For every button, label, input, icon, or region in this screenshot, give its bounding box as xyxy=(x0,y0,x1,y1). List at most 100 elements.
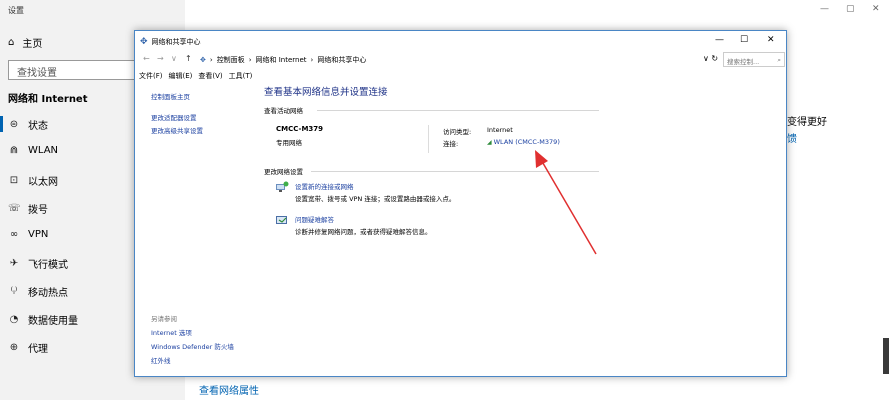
breadcrumb-separator: › xyxy=(248,55,252,64)
nav-item-dialup[interactable]: ☏ 拨号 xyxy=(8,201,48,216)
defender-firewall-link[interactable]: Windows Defender 防火墙 xyxy=(151,340,234,354)
connection-value[interactable]: WLAN (CMCC-M379) xyxy=(494,138,560,146)
refresh-icon[interactable]: ∨ ↻ xyxy=(703,54,718,63)
nav-item-proxy[interactable]: ⊕ 代理 xyxy=(8,340,48,355)
settings-title: 设置 xyxy=(8,6,24,15)
minimize-button[interactable]: — xyxy=(715,35,724,45)
task-description: 诊断并修复网络问题，或者获得疑难解答信息。 xyxy=(295,228,432,236)
menu-tools[interactable]: 工具(T) xyxy=(229,71,253,81)
nav-item-label: 拨号 xyxy=(28,205,48,216)
home-icon: ⌂ xyxy=(8,37,15,48)
partial-text: 变得更好 xyxy=(787,117,827,128)
breadcrumb-control-panel[interactable]: 控制面板 xyxy=(217,55,245,65)
nav-item-wlan[interactable]: ⋒ WLAN xyxy=(8,145,58,156)
feedback-link[interactable]: 馈 xyxy=(787,130,797,145)
task-pane: 控制面板主页 更改适配器设置 更改高级共享设置 xyxy=(151,91,261,138)
dropdown-icon[interactable]: ∨ xyxy=(703,54,709,63)
network-type[interactable]: 专用网络 xyxy=(276,137,302,147)
window-title: 网络和共享中心 xyxy=(151,38,201,46)
network-icon: ✥ xyxy=(200,55,206,64)
nav-item-label: 状态 xyxy=(28,121,48,132)
change-adapter-settings-link[interactable]: 更改适配器设置 xyxy=(151,112,261,125)
selected-indicator xyxy=(0,116,3,132)
forward-icon[interactable]: → xyxy=(157,54,164,63)
divider xyxy=(311,171,599,172)
search-placeholder: 搜索控制... xyxy=(727,58,760,66)
status-icon: ⊜ xyxy=(9,119,19,130)
task-description: 设置宽带、拨号或 VPN 连接；或设置路由器或接入点。 xyxy=(295,195,456,203)
divider xyxy=(317,110,599,111)
access-type-value: Internet xyxy=(487,126,513,134)
settings-minimize-button[interactable]: — xyxy=(820,4,829,14)
wifi-signal-icon: ◢ xyxy=(487,139,492,146)
menu-view[interactable]: 查看(V) xyxy=(198,71,222,81)
nav-item-label: VPN xyxy=(28,229,49,240)
close-button[interactable]: ✕ xyxy=(767,35,775,45)
breadcrumb-separator: › xyxy=(310,55,314,64)
nav-item-label: 数据使用量 xyxy=(28,316,78,327)
back-icon[interactable]: ← xyxy=(143,54,150,63)
network-sharing-center-window: ✥ 网络和共享中心 — ☐ ✕ ← → ∨ ↑ ✥ › 控制面板 › 网络和 I… xyxy=(134,30,787,377)
nav-item-label: 代理 xyxy=(28,344,48,355)
change-sharing-settings-link[interactable]: 更改高级共享设置 xyxy=(151,125,261,138)
nav-item-label: 移动热点 xyxy=(28,288,68,299)
settings-close-button[interactable]: ✕ xyxy=(872,4,880,14)
data-usage-icon: ◔ xyxy=(9,314,19,325)
active-networks-label: 查看活动网络 xyxy=(264,107,303,115)
page-title: 查看基本网络信息并设置连接 xyxy=(264,87,388,98)
menu-edit[interactable]: 编辑(E) xyxy=(169,71,193,81)
connection-link[interactable]: ◢ WLAN (CMCC-M379) xyxy=(487,138,560,146)
divider xyxy=(428,125,429,153)
nav-item-ethernet[interactable]: ⊡ 以太网 xyxy=(8,173,58,188)
breadcrumb-sharing-center[interactable]: 网络和共享中心 xyxy=(317,55,366,65)
window-titlebar: ✥ 网络和共享中心 xyxy=(135,31,786,53)
airplane-icon: ✈ xyxy=(9,258,19,269)
nav-home-label: 主页 xyxy=(22,39,43,50)
nav-item-data-usage[interactable]: ◔ 数据使用量 xyxy=(8,312,78,327)
see-also-list: Internet 选项 Windows Defender 防火墙 红外线 xyxy=(151,326,234,368)
network-name: CMCC-M379 xyxy=(276,125,324,133)
side-tab xyxy=(883,338,889,374)
dialup-icon: ☏ xyxy=(8,203,21,214)
nav-item-hotspot[interactable]: ⁽ᵢ⁾ 移动热点 xyxy=(8,284,68,299)
breadcrumb-network-internet[interactable]: 网络和 Internet xyxy=(256,55,307,65)
see-also-label: 另请参阅 xyxy=(151,315,177,323)
task-title[interactable]: 问题疑难解答 xyxy=(295,214,334,224)
nav-item-vpn[interactable]: ∞ VPN xyxy=(8,229,49,240)
nav-home[interactable]: ⌂ 主页 xyxy=(8,35,42,50)
menu-file[interactable]: 文件(F) xyxy=(139,71,163,81)
infrared-link[interactable]: 红外线 xyxy=(151,354,234,368)
connection-label: 连接: xyxy=(443,140,459,148)
menu-bar: 文件(F) 编辑(E) 查看(V) 工具(T) xyxy=(139,71,252,81)
change-settings-label: 更改网络设置 xyxy=(264,168,303,176)
task-title[interactable]: 设置新的连接或网络 xyxy=(295,181,354,191)
network-icon: ✥ xyxy=(140,37,148,47)
globe-icon: ⊕ xyxy=(9,342,19,353)
nav-item-label: WLAN xyxy=(28,145,59,156)
settings-maximize-button[interactable]: ▢ xyxy=(846,4,855,14)
ethernet-icon: ⊡ xyxy=(9,175,19,186)
nav-item-label: 以太网 xyxy=(28,177,58,188)
section-header: 网络和 Internet xyxy=(8,94,88,105)
maximize-button[interactable]: ☐ xyxy=(740,35,748,45)
hotspot-icon: ⁽ᵢ⁾ xyxy=(10,286,18,297)
new-connection-icon xyxy=(276,181,289,192)
nav-item-airplane[interactable]: ✈ 飞行模式 xyxy=(8,256,68,271)
nav-item-status[interactable]: ⊜ 状态 xyxy=(8,117,48,132)
control-panel-search-input[interactable]: 搜索控制... ⌕ xyxy=(723,52,785,67)
up-icon[interactable]: ↑ xyxy=(185,54,192,63)
wifi-icon: ⋒ xyxy=(9,145,19,156)
view-network-properties-link[interactable]: 查看网络属性 xyxy=(199,382,259,397)
refresh-glyph[interactable]: ↻ xyxy=(711,54,718,63)
vpn-icon: ∞ xyxy=(9,229,19,240)
recent-locations-icon[interactable]: ∨ xyxy=(171,54,177,63)
access-type-label: 访问类型: xyxy=(443,128,472,136)
address-bar[interactable]: ✥ › 控制面板 › 网络和 Internet › 网络和共享中心 xyxy=(200,52,720,67)
troubleshoot-icon xyxy=(276,216,287,224)
breadcrumb-separator: › xyxy=(209,55,213,64)
internet-options-link[interactable]: Internet 选项 xyxy=(151,326,234,340)
nav-item-label: 飞行模式 xyxy=(28,260,68,271)
control-panel-home-link[interactable]: 控制面板主页 xyxy=(151,91,261,104)
search-icon: ⌕ xyxy=(777,56,781,64)
address-row: ← → ∨ ↑ ✥ › 控制面板 › 网络和 Internet › 网络和共享中… xyxy=(135,51,786,69)
